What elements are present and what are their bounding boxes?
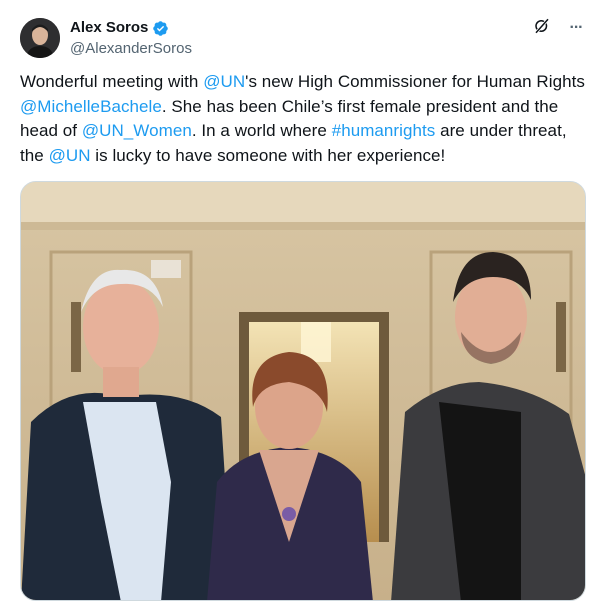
tweet-photo[interactable] (20, 181, 586, 601)
photo-illustration (21, 182, 585, 600)
tweet-actions: ··· (532, 17, 586, 40)
author-name-row: Alex Soros (70, 18, 169, 38)
mention-link[interactable]: @UN (203, 72, 245, 91)
hashtag-link[interactable]: #humanrights (332, 121, 436, 140)
tweet-text-segment: is lucky to have someone with her experi… (90, 145, 446, 165)
tweet-text-segment: Wonderful meeting with (20, 72, 204, 91)
tweet-text: Wonderful meeting with @UN's new High Co… (20, 70, 586, 168)
tweet-text-segment: . In a world where (191, 121, 332, 140)
avatar[interactable] (20, 18, 60, 58)
tweet-card: Alex Soros @AlexanderSoros ··· Wonderful… (0, 0, 606, 601)
tweet-text-segment: 's new High Commissioner for Human Right… (245, 72, 585, 91)
grok-button[interactable] (532, 17, 552, 40)
more-dots-icon: ··· (569, 19, 584, 36)
author-handle[interactable]: @AlexanderSoros (70, 39, 192, 59)
verified-badge-icon (152, 20, 169, 37)
author-display-name[interactable]: Alex Soros (70, 18, 148, 38)
mention-link[interactable]: @MichelleBachele (20, 97, 162, 116)
more-button[interactable]: ··· (566, 18, 586, 38)
mention-link[interactable]: @UN_Women (82, 121, 192, 140)
grok-slash-icon (533, 17, 551, 40)
mention-link[interactable]: @UN (49, 146, 91, 165)
